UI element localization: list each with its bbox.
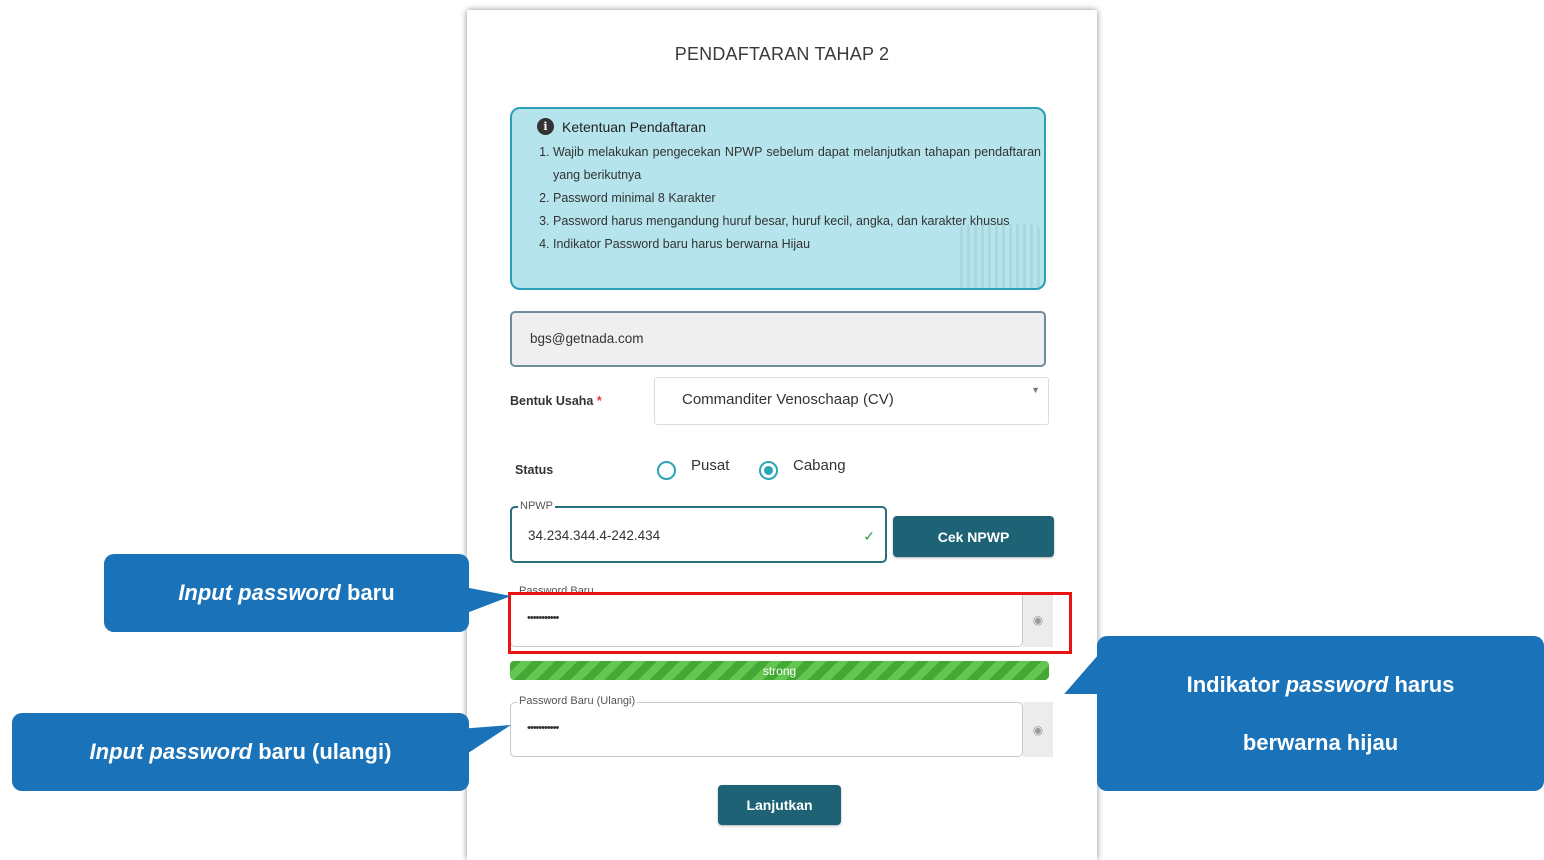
radio-pusat[interactable] [657,461,676,480]
chevron-down-icon: ▼ [1031,385,1040,395]
callout-input-password-ulangi: Input password baru (ulangi) [12,713,511,791]
info-heading-text: Ketentuan Pendaftaran [562,118,707,135]
info-box: i Ketentuan Pendaftaran Wajib melakukan … [510,107,1046,290]
info-heading: i Ketentuan Pendaftaran [537,118,706,135]
info-item: Password minimal 8 Karakter [553,187,1041,210]
page-title: PENDAFTARAN TAHAP 2 [674,44,890,64]
cek-npwp-button[interactable]: Cek NPWP [893,516,1054,557]
password-repeat-legend: Password Baru (Ulangi) [517,695,638,707]
strength-label: strong [762,663,797,678]
password-strength-meter: strong [510,661,1049,680]
bentuk-usaha-label: Bentuk Usaha * [510,394,602,408]
lanjutkan-button[interactable]: Lanjutkan [718,785,841,825]
password-repeat-field[interactable]: Password Baru (Ulangi) ••••••••••• [510,695,1023,757]
radio-pusat-label: Pusat [691,457,730,474]
password-repeat-value: ••••••••••• [527,722,559,734]
callout-indikator-line2: berwarna hijau [1242,729,1399,755]
highlight-box [508,592,1072,654]
callout-indikator: Indikator password harus berwarna hijau [1064,636,1544,791]
callout-pointer [1064,654,1099,694]
callout-pointer [459,586,511,616]
info-icon: i [537,118,554,135]
status-label: Status [515,463,554,477]
eye-icon[interactable]: ◉ [1023,702,1053,757]
npwp-value: 34.234.344.4-242.434 [528,528,661,543]
registration-panel: PENDAFTARAN TAHAP 2 i Ketentuan Pendafta… [467,10,1097,860]
building-watermark-icon [960,224,1040,288]
bentuk-usaha-select[interactable]: Commanditer Venoschaap (CV) ▼ [654,377,1049,425]
callout-input-password: Input password baru [104,554,511,632]
callout-indikator-line1: Indikator password harus [1186,671,1455,697]
radio-cabang[interactable] [759,461,778,480]
info-item: Wajib melakukan pengecekan NPWP sebelum … [553,141,1041,187]
npwp-field[interactable]: NPWP 34.234.344.4-242.434 ✓ [510,500,887,563]
check-icon: ✓ [863,528,875,544]
callout-pointer [459,725,511,759]
radio-cabang-label: Cabang [793,457,846,474]
bentuk-usaha-selected: Commanditer Venoschaap (CV) [682,391,894,408]
email-field[interactable]: bgs@getnada.com [510,311,1046,367]
npwp-legend: NPWP [518,500,555,512]
